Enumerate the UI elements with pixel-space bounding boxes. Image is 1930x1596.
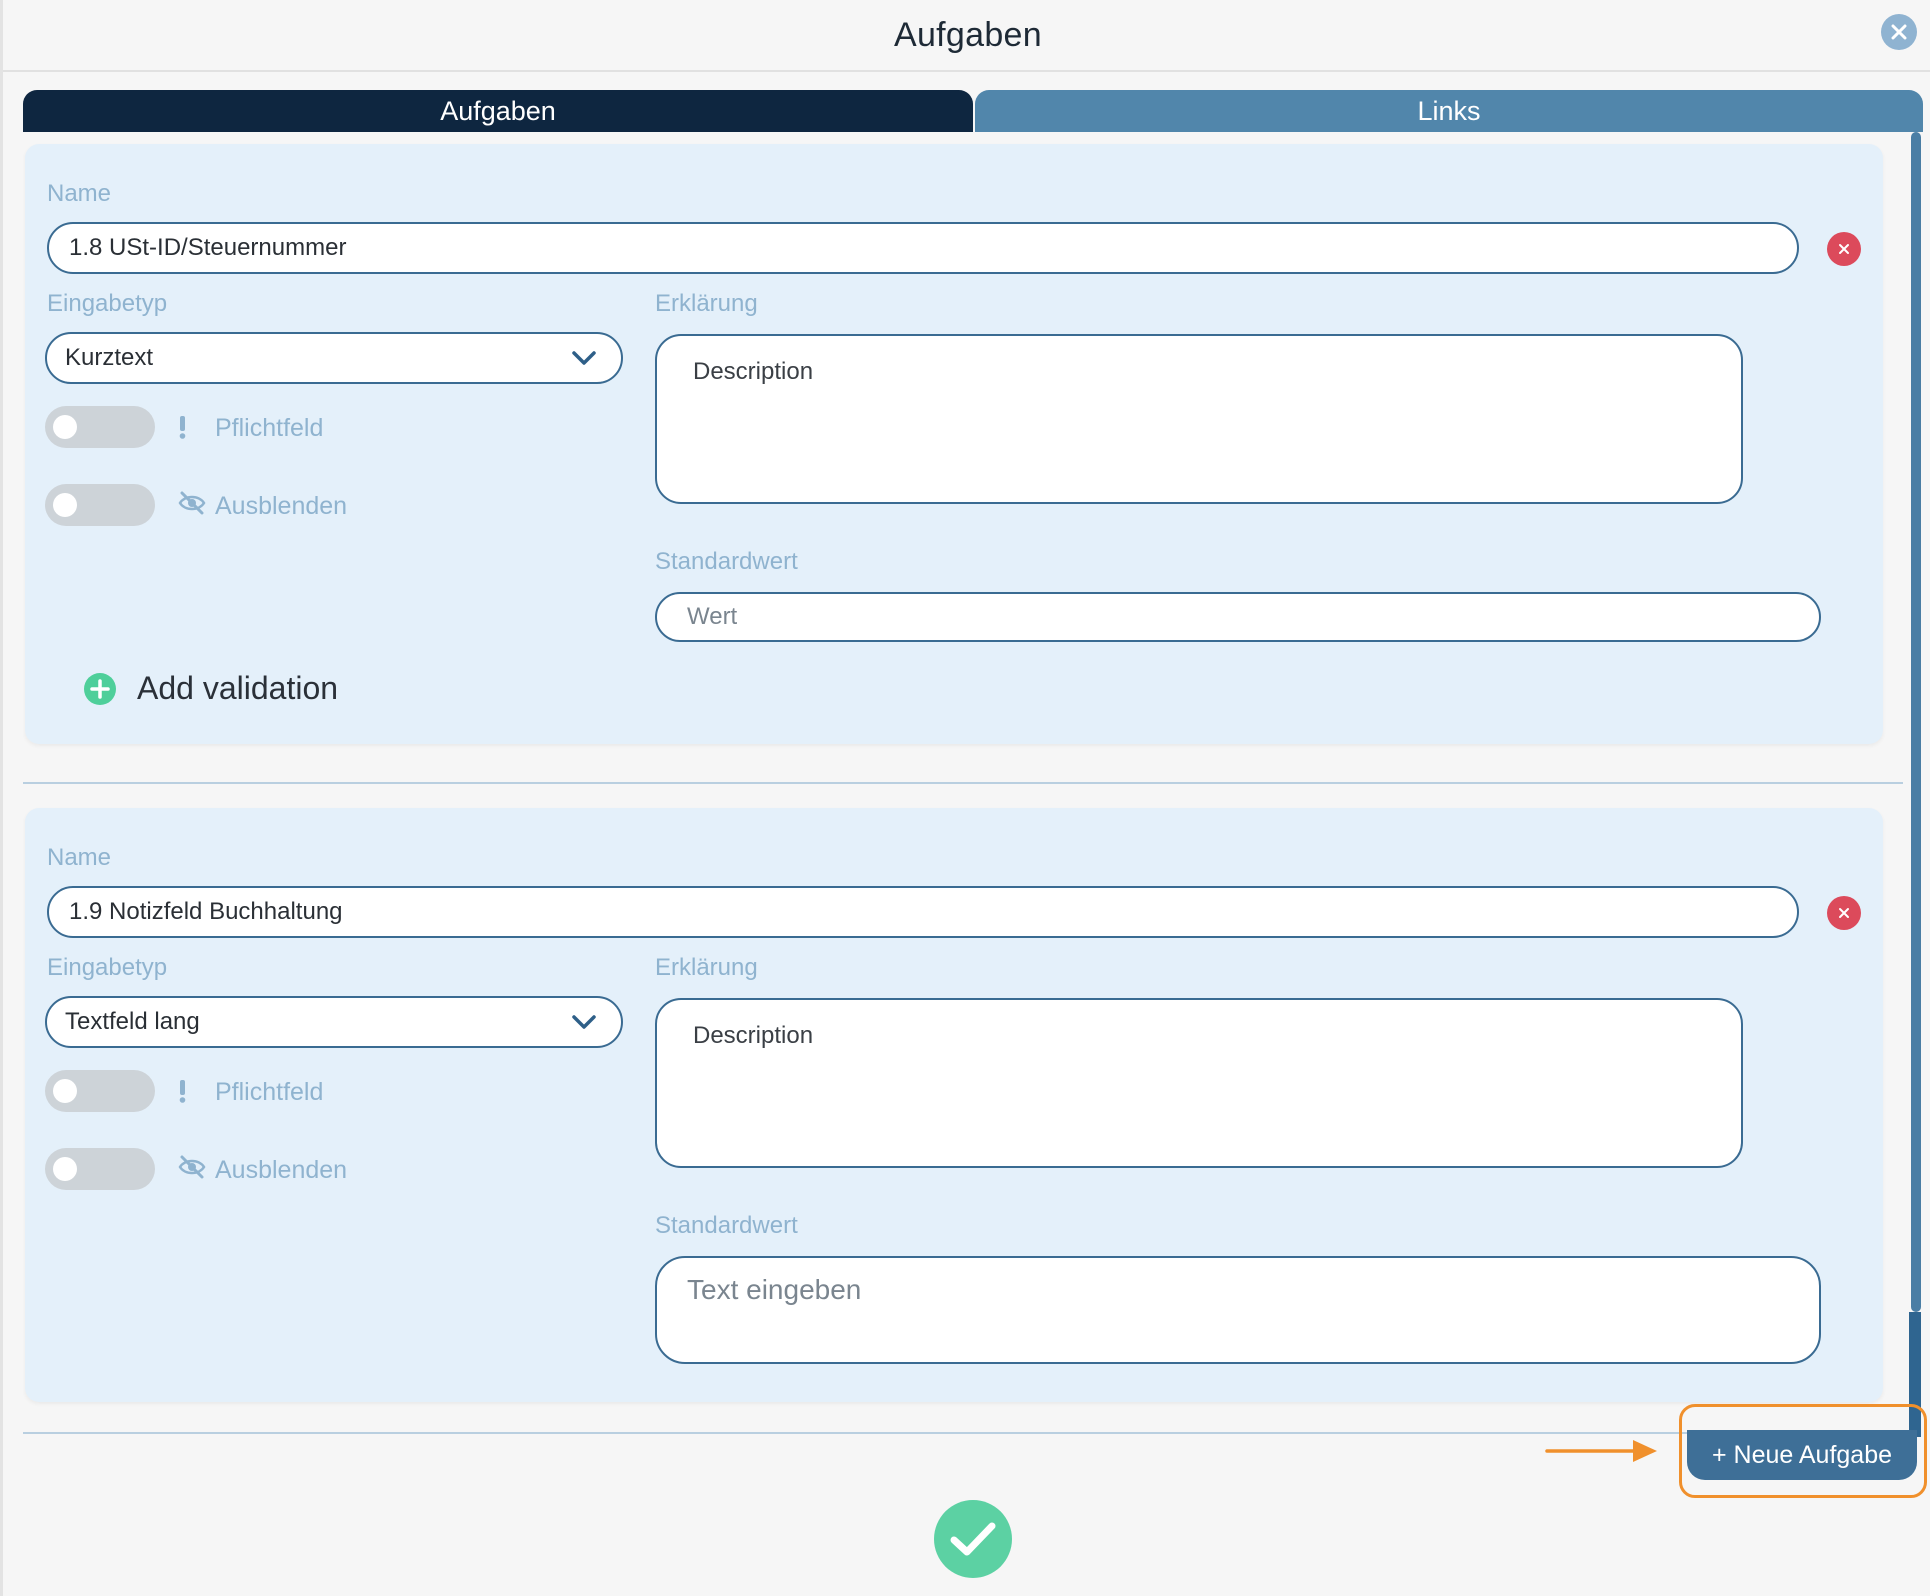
name-input[interactable]: 1.8 USt-ID/Steuernummer xyxy=(47,222,1799,274)
input-type-value: Kurztext xyxy=(65,344,154,371)
hide-label: Ausblenden xyxy=(215,492,348,520)
required-toggle[interactable] xyxy=(45,406,155,448)
explanation-label: Erklärung xyxy=(655,290,758,317)
default-value-placeholder: Wert xyxy=(687,603,738,630)
eye-slash-icon xyxy=(178,491,206,515)
name-input-value: 1.9 Notizfeld Buchhaltung xyxy=(69,898,343,925)
highlight-annotation xyxy=(1679,1404,1927,1498)
tab-links[interactable]: Links xyxy=(975,90,1923,132)
input-type-select[interactable]: Textfeld lang xyxy=(45,996,623,1048)
close-icon xyxy=(1839,244,1849,254)
confirm-button[interactable] xyxy=(934,1500,1012,1578)
input-type-label: Eingabetyp xyxy=(47,290,168,317)
exclamation-icon xyxy=(179,1080,186,1103)
explanation-label: Erklärung xyxy=(655,954,758,981)
default-value-input[interactable]: Wert xyxy=(655,592,1821,642)
tasks-dialog: Aufgaben Aufgaben Links Name 1.8 USt-ID/… xyxy=(0,0,1930,1596)
name-label: Name xyxy=(47,180,112,207)
scrollbar[interactable] xyxy=(1907,132,1923,1437)
required-toggle[interactable] xyxy=(45,1070,155,1112)
default-value-label: Standardwert xyxy=(655,548,798,575)
scrollbar-thumb[interactable] xyxy=(1911,132,1921,1312)
divider xyxy=(23,782,1903,784)
required-label: Pflichtfeld xyxy=(215,1078,324,1106)
hide-toggle[interactable] xyxy=(45,1148,155,1190)
name-label: Name xyxy=(47,844,112,871)
close-button[interactable] xyxy=(1881,14,1917,50)
name-input-value: 1.8 USt-ID/Steuernummer xyxy=(69,234,347,261)
delete-task-button[interactable] xyxy=(1827,232,1861,266)
title-bar: Aufgaben xyxy=(3,0,1930,72)
input-type-label: Eingabetyp xyxy=(47,954,168,981)
name-input[interactable]: 1.9 Notizfeld Buchhaltung xyxy=(47,886,1799,938)
close-icon xyxy=(1891,24,1907,40)
hide-toggle[interactable] xyxy=(45,484,155,526)
checkmark-icon xyxy=(950,1522,996,1556)
tab-bar: Aufgaben Links xyxy=(23,90,1923,132)
explanation-input[interactable]: Description xyxy=(655,334,1743,504)
exclamation-icon xyxy=(179,416,186,439)
task-list[interactable]: Name 1.8 USt-ID/Steuernummer Eingabetyp … xyxy=(23,132,1923,1437)
input-type-select[interactable]: Kurztext xyxy=(45,332,623,384)
explanation-placeholder: Description xyxy=(693,1022,814,1049)
arrow-right-icon xyxy=(1545,1440,1657,1462)
default-value-textarea[interactable]: Text eingeben xyxy=(655,1256,1821,1364)
tab-aufgaben[interactable]: Aufgaben xyxy=(23,90,973,132)
eye-slash-icon xyxy=(178,1155,206,1179)
plus-circle-icon xyxy=(84,672,116,705)
required-label: Pflichtfeld xyxy=(215,414,324,442)
dialog-title: Aufgaben xyxy=(894,15,1042,54)
delete-task-button[interactable] xyxy=(1827,896,1861,930)
add-validation-button[interactable]: Add validation xyxy=(83,670,338,707)
chevron-down-icon xyxy=(572,351,596,365)
explanation-input[interactable]: Description xyxy=(655,998,1743,1168)
close-icon xyxy=(1839,908,1849,918)
default-value-placeholder: Text eingeben xyxy=(687,1274,862,1305)
task-card: Name 1.9 Notizfeld Buchhaltung Eingabety… xyxy=(25,808,1883,1402)
task-card: Name 1.8 USt-ID/Steuernummer Eingabetyp … xyxy=(25,144,1883,744)
divider xyxy=(23,1432,1903,1434)
default-value-label: Standardwert xyxy=(655,1212,798,1239)
input-type-value: Textfeld lang xyxy=(65,1008,200,1035)
add-validation-label: Add validation xyxy=(137,670,339,706)
chevron-down-icon xyxy=(572,1015,596,1029)
hide-label: Ausblenden xyxy=(215,1156,348,1184)
explanation-placeholder: Description xyxy=(693,358,814,385)
